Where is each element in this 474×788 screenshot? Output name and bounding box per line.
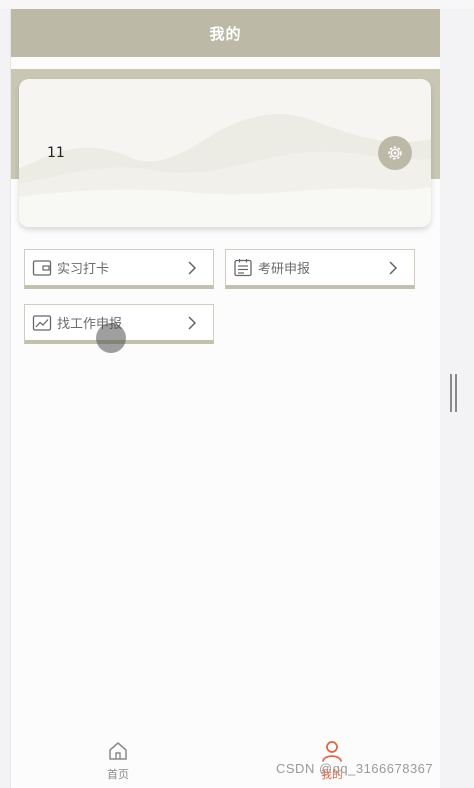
navbar: 我的	[11, 9, 440, 57]
tab-home[interactable]: 首页	[11, 724, 225, 788]
top-strip	[0, 0, 474, 9]
chart-image-icon	[31, 312, 53, 334]
chevron-right-icon	[181, 312, 203, 334]
page-title: 我的	[209, 24, 242, 43]
wallet-icon	[31, 257, 53, 279]
tab-label: 首页	[107, 768, 129, 781]
home-icon	[105, 738, 131, 764]
touch-indicator	[96, 323, 126, 353]
chevron-right-icon	[382, 257, 404, 279]
tab-bar: 首页 我的	[11, 724, 440, 788]
chevron-right-icon	[181, 257, 203, 279]
wave-decoration	[19, 79, 431, 227]
menu-item-label: 考研申报	[258, 262, 311, 277]
tab-mine[interactable]: 我的	[225, 724, 439, 788]
gear-icon	[388, 146, 402, 160]
username: 11	[47, 145, 65, 161]
calendar-icon	[232, 257, 254, 279]
menu-item-internship-checkin[interactable]: 实习打卡	[24, 249, 214, 289]
watermark: CSDN @qq_3166678367	[276, 761, 434, 776]
settings-button[interactable]	[378, 136, 412, 170]
menu-item-grad-exam-application[interactable]: 考研申报	[225, 249, 415, 289]
phone-frame: 我的 11 实习打卡 考研申报 找工作申报 首页 我的	[10, 9, 440, 788]
menu-item-label: 实习打卡	[57, 262, 110, 277]
screen: 我的 11 实习打卡 考研申报 找工作申报 首页 我的 CSDN @qq_316…	[0, 0, 474, 788]
profile-card: 11	[19, 79, 431, 227]
resize-handle[interactable]	[449, 374, 459, 412]
